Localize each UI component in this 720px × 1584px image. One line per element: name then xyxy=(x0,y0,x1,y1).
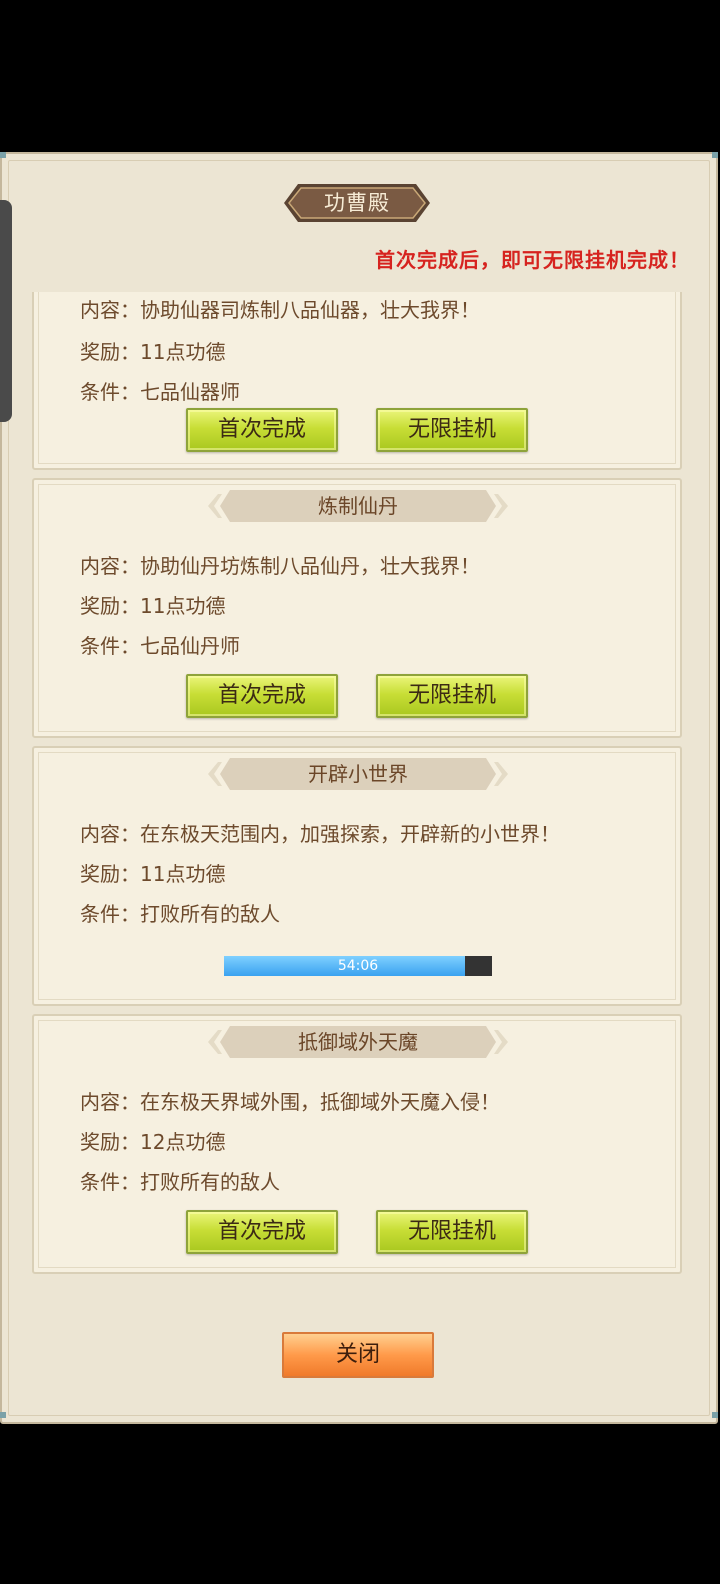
first-complete-button[interactable]: 首次完成 xyxy=(186,674,338,718)
corner-ornament xyxy=(712,1412,718,1418)
task-title: 抵御域外天魔 xyxy=(298,1030,418,1054)
task-card-artifact: 内容：协助仙器司炼制八品仙器，壮大我界！ 奖励：11点功德 条件：七品仙器师 首… xyxy=(32,292,682,470)
task-title: 炼制仙丹 xyxy=(318,494,398,518)
task-card-demon: 抵御域外天魔 内容：在东极天界域外围，抵御域外天魔入侵！ 奖励：12点功德 条件… xyxy=(32,1014,682,1274)
idle-notice: 首次完成后，即可无限挂机完成！ xyxy=(375,248,690,272)
task-condition: 条件：七品仙丹师 xyxy=(80,634,240,658)
task-content: 内容：在东极天范围内，加强探索，开辟新的小世界！ xyxy=(80,822,560,846)
corner-ornament xyxy=(0,152,6,158)
first-complete-button[interactable]: 首次完成 xyxy=(186,1210,338,1254)
task-condition: 条件：打败所有的敌人 xyxy=(80,902,280,926)
task-condition: 条件：打败所有的敌人 xyxy=(80,1170,280,1194)
task-ribbon: 抵御域外天魔 xyxy=(208,1022,508,1062)
task-reward: 奖励：11点功德 xyxy=(80,594,226,618)
idle-complete-button[interactable]: 无限挂机 xyxy=(376,408,528,452)
task-reward: 奖励：11点功德 xyxy=(80,862,226,886)
task-reward: 奖励：12点功德 xyxy=(80,1130,226,1154)
task-card-small-world: 开辟小世界 内容：在东极天范围内，加强探索，开辟新的小世界！ 奖励：11点功德 … xyxy=(32,746,682,1006)
task-ribbon: 开辟小世界 xyxy=(208,754,508,794)
idle-complete-button[interactable]: 无限挂机 xyxy=(376,1210,528,1254)
task-content: 内容：协助仙丹坊炼制八品仙丹，壮大我界！ xyxy=(80,554,480,578)
task-reward: 奖励：11点功德 xyxy=(80,340,226,364)
task-title: 开辟小世界 xyxy=(308,762,408,786)
task-card-elixir: 炼制仙丹 内容：协助仙丹坊炼制八品仙丹，壮大我界！ 奖励：11点功德 条件：七品… xyxy=(32,478,682,738)
idle-complete-button[interactable]: 无限挂机 xyxy=(376,674,528,718)
task-progress-bar: 54:06 xyxy=(224,956,492,976)
task-list[interactable]: 内容：协助仙器司炼制八品仙器，壮大我界！ 奖励：11点功德 条件：七品仙器师 首… xyxy=(30,292,684,1292)
corner-ornament xyxy=(712,152,718,158)
first-complete-button[interactable]: 首次完成 xyxy=(186,408,338,452)
title-plate: 功曹殿 xyxy=(284,182,430,224)
corner-ornament xyxy=(0,1412,6,1418)
scroll-handle[interactable] xyxy=(0,200,12,422)
task-content: 内容：协助仙器司炼制八品仙器，壮大我界！ xyxy=(80,298,480,322)
dialog-title: 功曹殿 xyxy=(324,191,390,215)
task-ribbon: 炼制仙丹 xyxy=(208,486,508,526)
close-button[interactable]: 关闭 xyxy=(282,1332,434,1378)
task-content: 内容：在东极天界域外围，抵御域外天魔入侵！ xyxy=(80,1090,500,1114)
task-condition: 条件：七品仙器师 xyxy=(80,380,240,404)
progress-timer: 54:06 xyxy=(337,958,379,974)
